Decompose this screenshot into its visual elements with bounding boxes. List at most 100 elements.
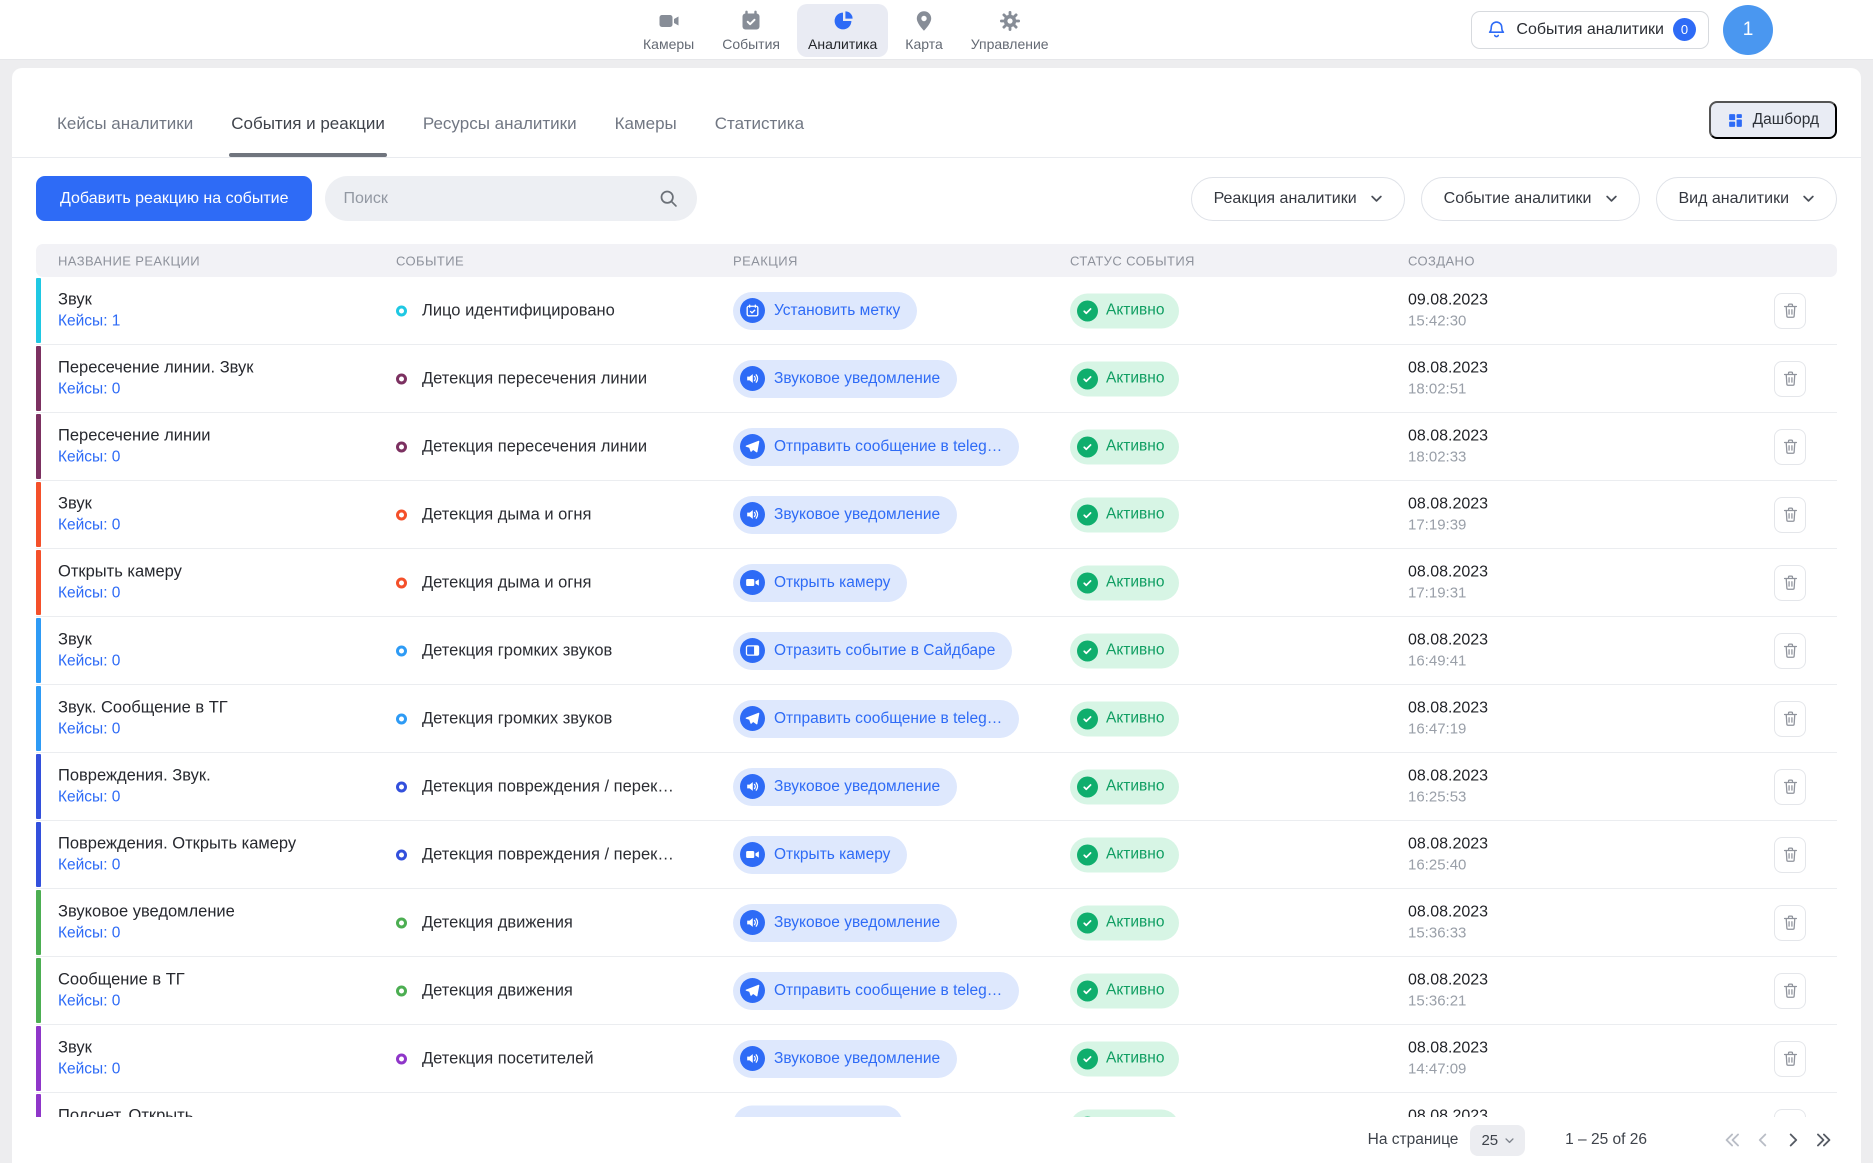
event-cell: Детекция пересечения линии bbox=[396, 369, 647, 388]
reaction-pill[interactable]: Установить метку bbox=[733, 292, 917, 330]
cases-link[interactable]: Кейсы: 0 bbox=[58, 788, 211, 807]
last-page-button[interactable] bbox=[1811, 1128, 1835, 1152]
reaction-pill[interactable]: Звуковое уведомление bbox=[733, 496, 957, 534]
table-row[interactable]: Звук Кейсы: 0 Детекция дыма и огня Звуко… bbox=[36, 481, 1837, 549]
reaction-pill-label: Отправить сообщение в teleg… bbox=[774, 710, 1002, 728]
tab-ресурсы-аналитики[interactable]: Ресурсы аналитики bbox=[423, 90, 577, 157]
table-row[interactable]: Звуковое уведомление Кейсы: 0 Детекция д… bbox=[36, 889, 1837, 957]
created-cell: 08.08.2023 17:19:31 bbox=[1408, 563, 1488, 602]
reaction-name: Открыть камеру bbox=[58, 562, 182, 581]
table-row[interactable]: Повреждения. Звук. Кейсы: 0 Детекция пов… bbox=[36, 753, 1837, 821]
reaction-pill[interactable]: Звуковое уведомление bbox=[733, 1040, 957, 1078]
search-input[interactable] bbox=[343, 190, 648, 208]
delete-button[interactable] bbox=[1774, 429, 1806, 465]
reaction-pill[interactable]: Отправить сообщение в teleg… bbox=[733, 700, 1019, 738]
cases-link[interactable]: Кейсы: 1 bbox=[58, 312, 120, 331]
delete-button[interactable] bbox=[1774, 837, 1806, 873]
filter-dropdown[interactable]: Вид аналитики bbox=[1656, 177, 1838, 221]
delete-button[interactable] bbox=[1774, 769, 1806, 805]
created-date: 08.08.2023 bbox=[1408, 767, 1488, 785]
video-camera-icon bbox=[657, 9, 681, 33]
reaction-pill[interactable]: Открыть камеру bbox=[733, 564, 907, 602]
nav-item-management[interactable]: Управление bbox=[960, 4, 1060, 57]
table-row[interactable]: Пересечение линии Кейсы: 0 Детекция пере… bbox=[36, 413, 1837, 481]
reaction-pill-label: Открыть камеру bbox=[774, 846, 890, 864]
analytics-events-button[interactable]: События аналитики 0 bbox=[1471, 11, 1709, 49]
reaction-pill[interactable]: Звуковое уведомление bbox=[733, 904, 957, 942]
nav-item-cameras[interactable]: Камеры bbox=[632, 4, 705, 57]
created-cell: 08.08.2023 16:25:40 bbox=[1408, 835, 1488, 874]
reaction-pill[interactable]: Открыть камеру bbox=[733, 836, 907, 874]
delete-button[interactable] bbox=[1774, 565, 1806, 601]
cases-link[interactable]: Кейсы: 0 bbox=[58, 856, 296, 875]
delete-button[interactable] bbox=[1774, 905, 1806, 941]
table-row[interactable]: Звук Кейсы: 0 Детекция посетителей Звуко… bbox=[36, 1025, 1837, 1093]
table-row[interactable]: Звук Кейсы: 0 Детекция громких звуков От… bbox=[36, 617, 1837, 685]
next-page-button[interactable] bbox=[1781, 1128, 1805, 1152]
status-badge: Активно bbox=[1070, 565, 1179, 600]
per-page-select[interactable]: 25 bbox=[1470, 1125, 1525, 1156]
tab-кейсы-аналитики[interactable]: Кейсы аналитики bbox=[57, 90, 193, 157]
status-label: Активно bbox=[1106, 438, 1164, 456]
nav-item-map[interactable]: Карта bbox=[894, 4, 953, 57]
first-page-button[interactable] bbox=[1721, 1128, 1745, 1152]
nav-item-analytics[interactable]: Аналитика bbox=[797, 4, 888, 57]
delete-button[interactable] bbox=[1774, 701, 1806, 737]
event-label: Детекция повреждения / перек… bbox=[422, 845, 674, 864]
cases-link[interactable]: Кейсы: 0 bbox=[58, 516, 120, 535]
reaction-pill[interactable]: Отразить событие в Сайдбаре bbox=[733, 632, 1012, 670]
cases-link[interactable]: Кейсы: 0 bbox=[58, 652, 120, 671]
delete-button[interactable] bbox=[1774, 293, 1806, 329]
cases-link[interactable]: Кейсы: 0 bbox=[58, 380, 254, 399]
event-label: Детекция пересечения линии bbox=[422, 369, 647, 388]
nav-item-events[interactable]: События bbox=[711, 4, 791, 57]
cases-link[interactable]: Кейсы: 0 bbox=[58, 448, 211, 467]
dashboard-button[interactable]: Дашборд bbox=[1709, 101, 1837, 139]
add-reaction-button[interactable]: Добавить реакцию на событие bbox=[36, 176, 312, 221]
telegram-icon bbox=[740, 978, 765, 1003]
table-row[interactable]: Звук Кейсы: 1 Лицо идентифицировано Уста… bbox=[36, 277, 1837, 345]
tab-статистика[interactable]: Статистика bbox=[715, 90, 804, 157]
reaction-cell: Звуковое уведомление bbox=[733, 360, 957, 398]
reaction-pill[interactable]: Звуковое уведомление bbox=[733, 360, 957, 398]
avatar[interactable]: 1 bbox=[1723, 5, 1773, 55]
column-header: НАЗВАНИЕ РЕАКЦИИ bbox=[58, 253, 200, 268]
per-page-label: На странице bbox=[1368, 1131, 1459, 1149]
row-color-bar bbox=[36, 890, 41, 955]
delete-button[interactable] bbox=[1774, 633, 1806, 669]
delete-button[interactable] bbox=[1774, 973, 1806, 1009]
row-color-bar bbox=[36, 754, 41, 819]
prev-page-button[interactable] bbox=[1751, 1128, 1775, 1152]
calendar-check-icon bbox=[739, 9, 763, 33]
table-row[interactable]: Пересечение линии. Звук Кейсы: 0 Детекци… bbox=[36, 345, 1837, 413]
table-row[interactable]: Повреждения. Открыть камеру Кейсы: 0 Дет… bbox=[36, 821, 1837, 889]
reaction-pill-label: Отправить сообщение в teleg… bbox=[774, 438, 1002, 456]
reaction-pill[interactable]: Отправить сообщение в teleg… bbox=[733, 972, 1019, 1010]
reaction-pill[interactable]: Звуковое уведомление bbox=[733, 768, 957, 806]
table-row[interactable]: Сообщение в ТГ Кейсы: 0 Детекция движени… bbox=[36, 957, 1837, 1025]
created-date: 08.08.2023 bbox=[1408, 971, 1488, 989]
delete-button[interactable] bbox=[1774, 1041, 1806, 1077]
cases-link[interactable]: Кейсы: 0 bbox=[58, 924, 235, 943]
cases-link[interactable]: Кейсы: 0 bbox=[58, 720, 228, 739]
delete-button[interactable] bbox=[1774, 497, 1806, 533]
status-label: Активно bbox=[1106, 370, 1164, 388]
pie-chart-icon bbox=[831, 9, 855, 33]
filter-label: Реакция аналитики bbox=[1214, 190, 1357, 208]
reaction-name-cell: Звук Кейсы: 1 bbox=[58, 290, 120, 331]
cases-link[interactable]: Кейсы: 0 bbox=[58, 1060, 120, 1079]
status-label: Активно bbox=[1106, 846, 1164, 864]
delete-button[interactable] bbox=[1774, 361, 1806, 397]
filter-dropdown[interactable]: Реакция аналитики bbox=[1191, 177, 1405, 221]
tab-камеры[interactable]: Камеры bbox=[615, 90, 677, 157]
table-row[interactable]: Открыть камеру Кейсы: 0 Детекция дыма и … bbox=[36, 549, 1837, 617]
created-cell: 08.08.2023 16:25:53 bbox=[1408, 767, 1488, 806]
cases-link[interactable]: Кейсы: 0 bbox=[58, 584, 182, 603]
reaction-cell: Звуковое уведомление bbox=[733, 904, 957, 942]
tab-события-и-реакции[interactable]: События и реакции bbox=[231, 90, 385, 157]
table-row[interactable]: Звук. Сообщение в ТГ Кейсы: 0 Детекция г… bbox=[36, 685, 1837, 753]
cases-link[interactable]: Кейсы: 0 bbox=[58, 992, 185, 1011]
reaction-pill[interactable]: Отправить сообщение в teleg… bbox=[733, 428, 1019, 466]
search-icon[interactable] bbox=[658, 188, 679, 209]
filter-dropdown[interactable]: Событие аналитики bbox=[1421, 177, 1640, 221]
